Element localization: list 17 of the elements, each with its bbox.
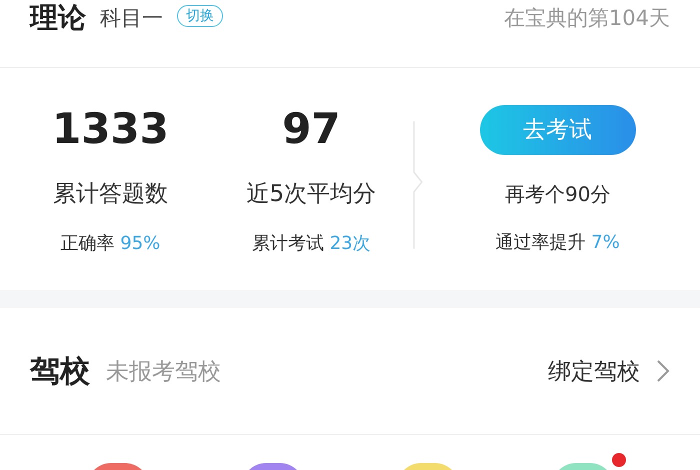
days-text: 在宝典的第104天 [504,5,670,32]
school-status: 未报考驾校 [106,358,221,386]
divider-notch-icon [412,120,426,250]
chevron-right-icon [656,359,670,383]
stat-detail: 累计考试 23次 [252,232,371,254]
pass-rate-text: 通过率提升 7% [496,230,620,254]
section-title: 理论 [30,2,86,34]
exam-hint: 再考个90分 [504,180,610,208]
school-row[interactable]: 驾校 未报考驾校 绑定驾校 [0,308,700,435]
bind-school-link[interactable]: 绑定驾校 [548,356,640,386]
stat-value: 1333 [52,104,169,154]
subject-label: 科目一 [100,5,163,32]
stat-detail: 正确率 95% [60,232,160,254]
stat-value: 97 [282,104,341,154]
stat-label: 近5次平均分 [246,180,376,208]
stat-label: 累计答题数 [52,180,168,208]
school-title: 驾校 [30,352,90,390]
